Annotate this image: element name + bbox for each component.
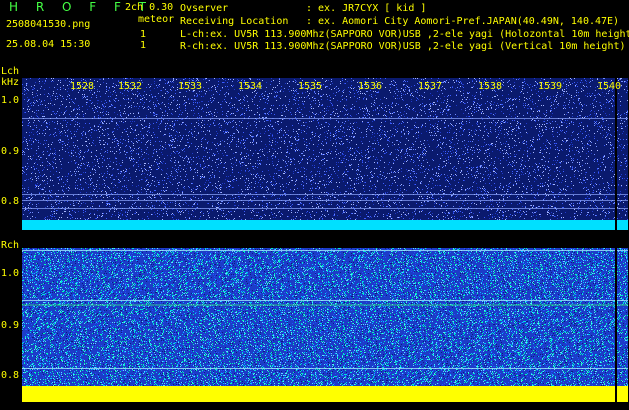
file-name: 2508041530.png bbox=[6, 19, 91, 30]
rch-tick-1: 1.0 bbox=[1, 268, 20, 279]
lch-tick-3: 0.8 bbox=[1, 196, 20, 207]
time-tick: 1535 bbox=[298, 81, 323, 92]
lch-unit: kHz bbox=[1, 77, 20, 88]
time-tick: 1536 bbox=[358, 81, 383, 92]
rch-spectrogram bbox=[22, 248, 628, 402]
rch-tick-3: 0.8 bbox=[1, 370, 20, 381]
observer-label: Ovserver bbox=[180, 3, 229, 14]
rch-tick-2: 0.9 bbox=[1, 320, 20, 331]
rch-label: Rch bbox=[1, 240, 20, 251]
time-tick: 1539 bbox=[538, 81, 563, 92]
location-label: Receiving Location bbox=[180, 16, 289, 27]
app-version: 2ch 0.30 bbox=[125, 2, 174, 13]
lch-label: Lch bbox=[1, 66, 20, 77]
time-tick: 1537 bbox=[418, 81, 443, 92]
lch-config-line: L-ch:ex. UV5R 113.900Mhz(SAPPORO VOR)USB… bbox=[180, 29, 629, 40]
meteor-count-rch: 1 bbox=[140, 40, 147, 51]
lch-tick-1: 1.0 bbox=[1, 95, 20, 106]
lch-tick-2: 0.9 bbox=[1, 146, 20, 157]
rch-config-line: R-ch:ex. UV5R 113.900Mhz(SAPPORO VOR)USB… bbox=[180, 41, 626, 52]
meteor-count-lch: 1 bbox=[140, 29, 147, 40]
lch-spectrogram bbox=[22, 78, 628, 230]
time-tick: 1534 bbox=[238, 81, 263, 92]
meteor-label: meteor bbox=[138, 14, 175, 25]
time-tick: 1532 bbox=[118, 81, 143, 92]
time-tick: 1540 bbox=[597, 81, 622, 92]
observer-value: : ex. JR7CYX [ kid ] bbox=[306, 3, 427, 14]
time-tick: 1528 bbox=[70, 81, 95, 92]
location-value: : ex. Aomori City Aomori-Pref.JAPAN(40.4… bbox=[306, 16, 620, 27]
timestamp: 25.08.04 15:30 bbox=[6, 39, 91, 50]
time-tick: 1538 bbox=[478, 81, 503, 92]
time-tick: 1533 bbox=[178, 81, 203, 92]
